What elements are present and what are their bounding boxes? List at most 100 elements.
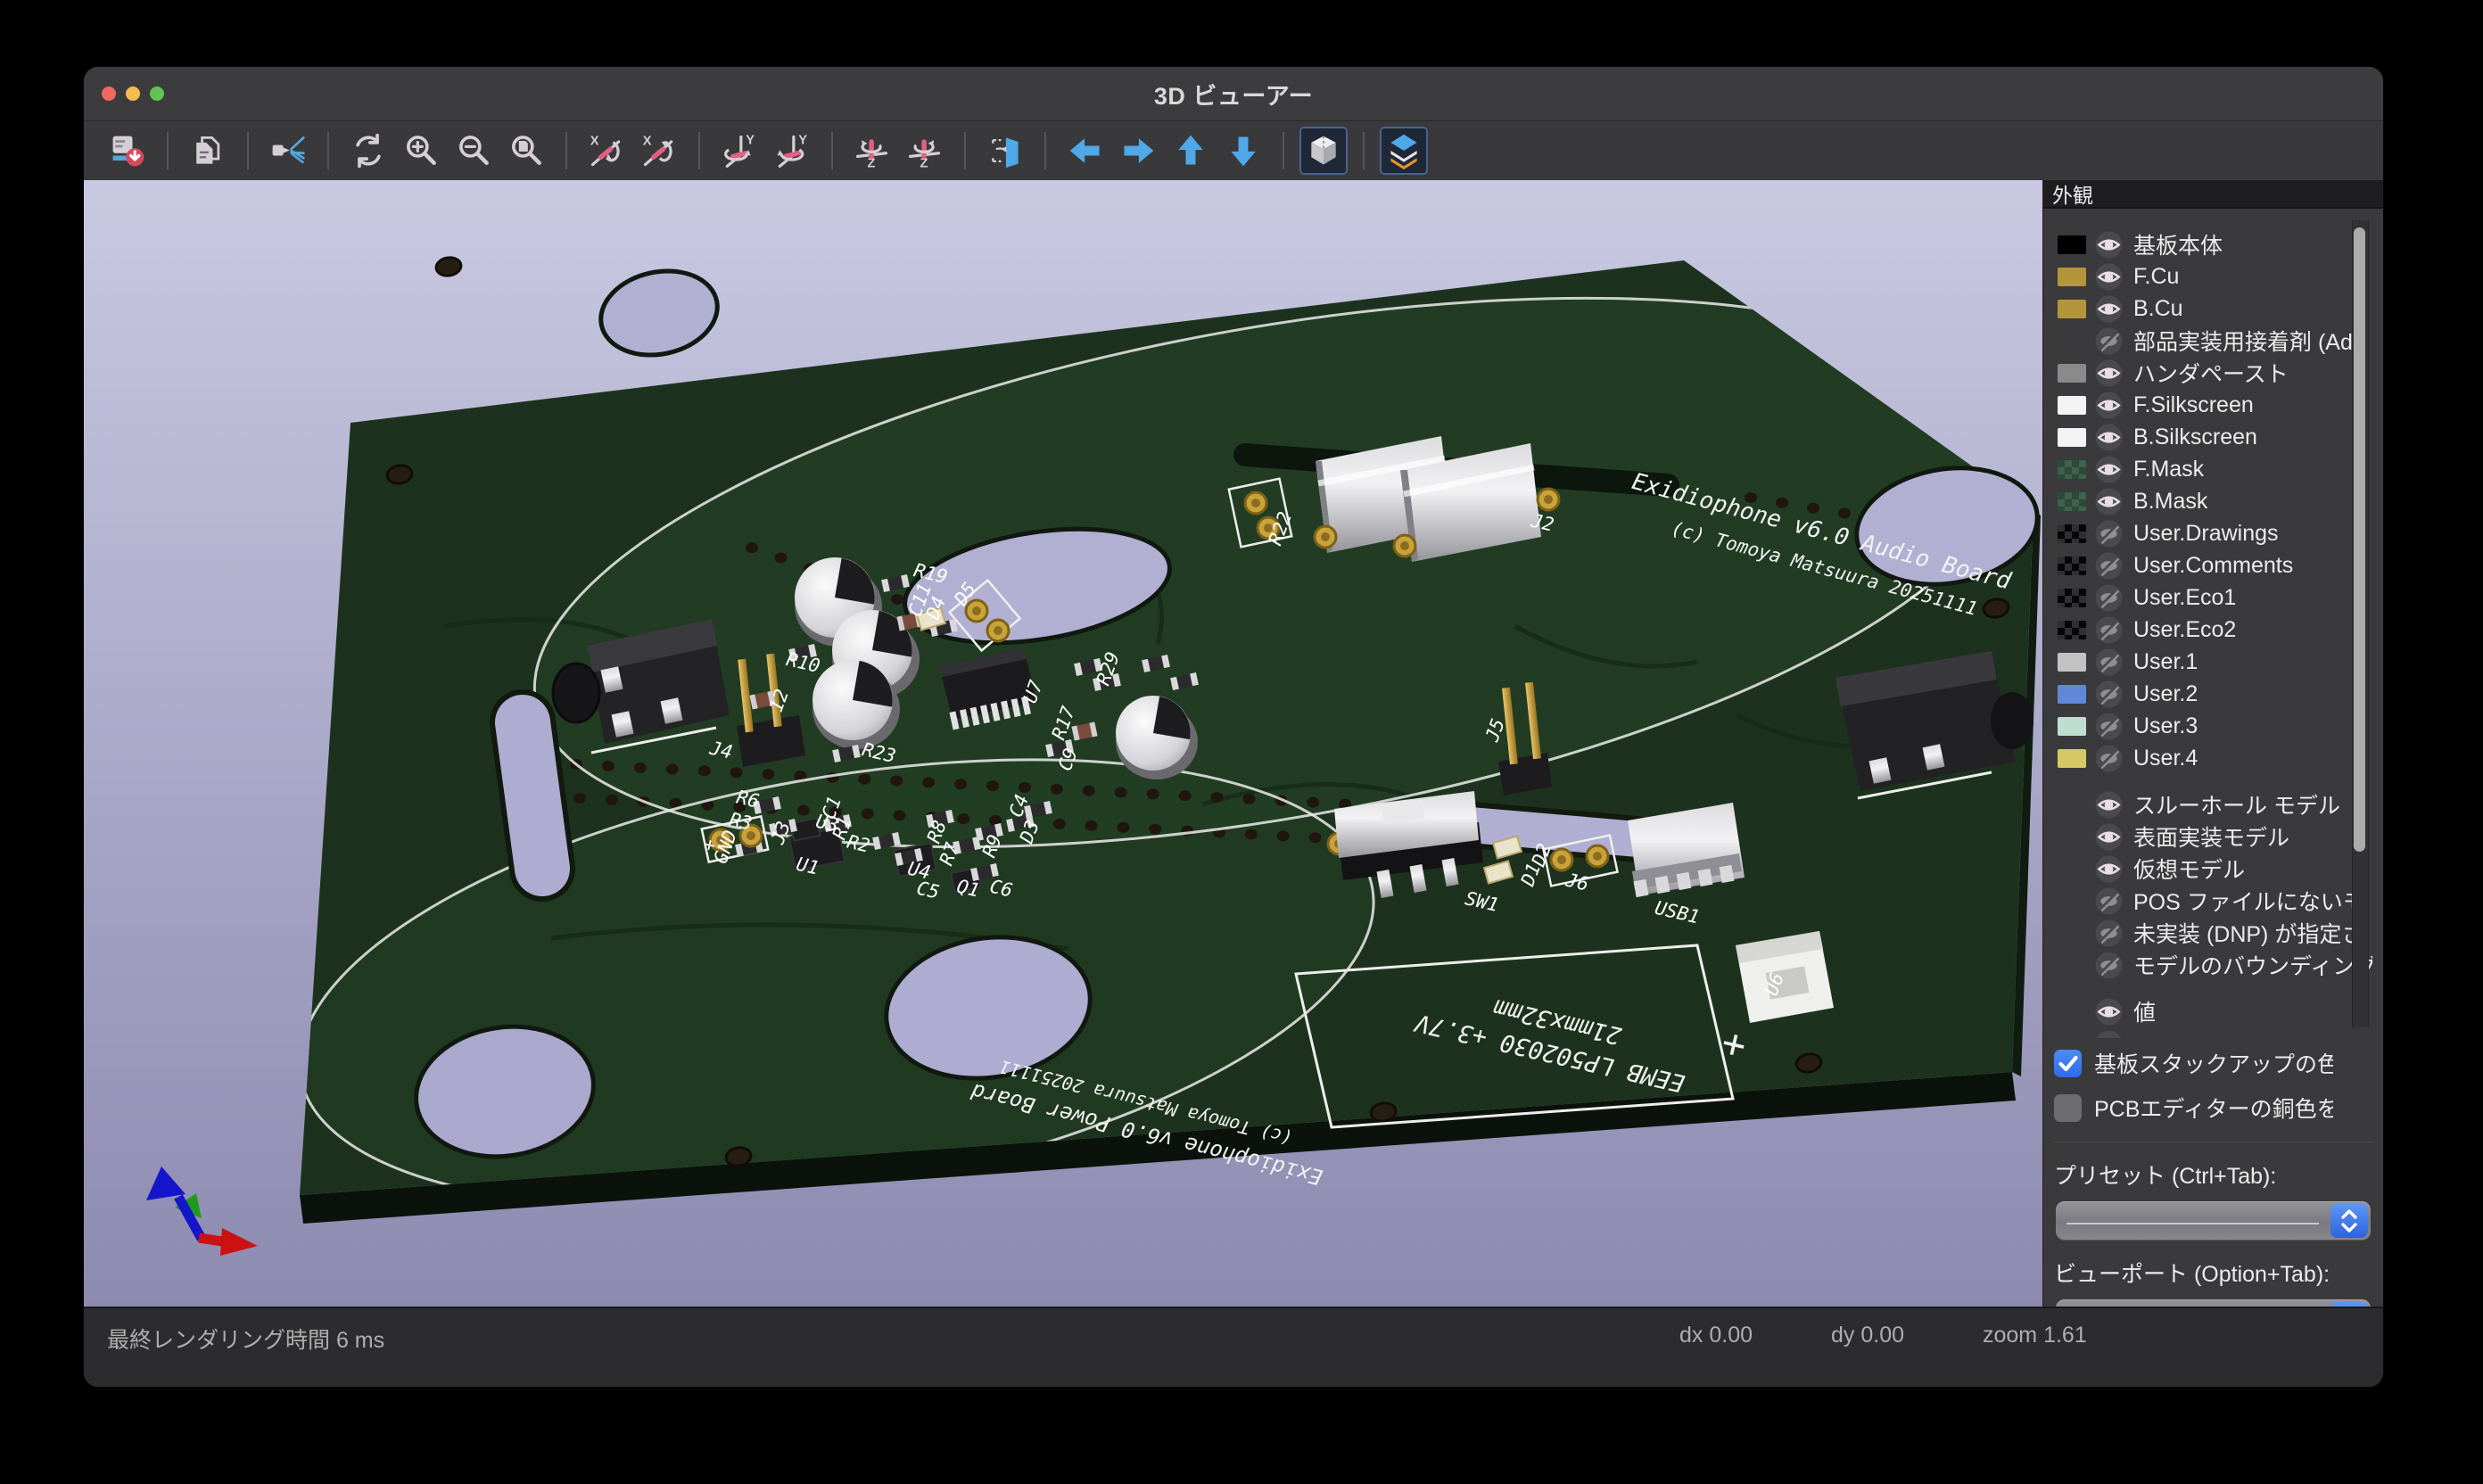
eye-visible-icon[interactable] (2095, 998, 2123, 1026)
model-row[interactable]: 仮想モデル (2043, 853, 2383, 885)
layer-color-swatch[interactable] (2058, 685, 2086, 704)
eye-visible-icon[interactable] (2095, 359, 2123, 387)
layer-color-swatch[interactable] (2058, 556, 2086, 575)
viewport-3d[interactable]: EEMB LP502030 +3.7V21mmx32mm+ Exidiophon… (84, 180, 2042, 1307)
move-up-button[interactable] (1167, 127, 1215, 175)
viewport-dropdown[interactable] (2056, 1299, 2371, 1307)
move-down-button[interactable] (1219, 127, 1267, 175)
layer-row[interactable]: F.Mask (2043, 453, 2383, 485)
eye-hidden-icon[interactable] (2095, 952, 2123, 979)
layer-row[interactable]: 部品実装用接着剤 (Adh (2043, 325, 2383, 357)
zoom-out-button[interactable] (450, 127, 498, 175)
model-row[interactable] (2043, 1027, 2383, 1038)
move-right-button[interactable] (1114, 127, 1162, 175)
layer-color-swatch[interactable] (2058, 717, 2086, 736)
model-row[interactable]: スルーホール モデル (2043, 788, 2383, 820)
eye-hidden-icon[interactable] (2095, 616, 2123, 644)
layer-row[interactable]: User.Eco1 (2043, 581, 2383, 614)
eye-hidden-icon[interactable] (2095, 584, 2123, 612)
close-button[interactable] (102, 87, 116, 101)
eye-visible-icon[interactable] (2095, 263, 2123, 291)
zoom-window-button[interactable] (150, 87, 164, 101)
rotate-y-counterclockwise-button[interactable]: Y (768, 127, 816, 175)
model-row[interactable]: 未実装 (DNP) が指定さ (2043, 917, 2383, 949)
layer-color-swatch[interactable] (2058, 589, 2086, 607)
eye-visible-icon[interactable] (2095, 392, 2123, 419)
eye-hidden-icon[interactable] (2095, 919, 2123, 947)
eye-visible-icon[interactable] (2095, 456, 2123, 483)
layer-color-swatch[interactable] (2058, 428, 2086, 447)
layer-row[interactable]: User.Drawings (2043, 517, 2383, 549)
eye-visible-icon[interactable] (2095, 488, 2123, 515)
layer-color-swatch[interactable] (2058, 524, 2086, 543)
pcb-3d-render[interactable]: EEMB LP502030 +3.7V21mmx32mm+ Exidiophon… (84, 180, 2042, 1307)
appearance-scrollbar[interactable] (2352, 220, 2369, 1027)
eye-visible-icon[interactable] (2095, 424, 2123, 451)
checkbox-row[interactable]: PCBエディターの銅色を使用 (2043, 1088, 2383, 1127)
rotate-z-counterclockwise-button[interactable]: Z (901, 127, 949, 175)
layer-row[interactable]: User.Comments (2043, 549, 2383, 581)
eye-visible-icon[interactable] (2095, 1030, 2123, 1039)
checkbox-row[interactable]: 基板スタックアップの色を使用 (2043, 1043, 2383, 1083)
layer-row[interactable]: B.Silkscreen (2043, 421, 2383, 453)
layer-color-swatch[interactable] (2058, 460, 2086, 479)
appearance-layers-toggle[interactable] (1380, 127, 1428, 175)
eye-hidden-icon[interactable] (2095, 713, 2123, 740)
render-raytracing-button[interactable] (264, 127, 312, 175)
layer-row[interactable]: 基板本体 (2043, 228, 2383, 260)
layer-color-swatch[interactable] (2058, 492, 2086, 511)
layer-color-swatch[interactable] (2058, 653, 2086, 672)
redraw-button[interactable] (344, 127, 392, 175)
layer-row[interactable]: User.4 (2043, 742, 2383, 774)
zoom-in-button[interactable] (397, 127, 445, 175)
model-row[interactable]: 表面実装モデル (2043, 820, 2383, 853)
eye-hidden-icon[interactable] (2095, 745, 2123, 772)
layer-row[interactable]: User.1 (2043, 646, 2383, 678)
rotate-y-clockwise-button[interactable]: Y (715, 127, 763, 175)
export-board-image-button[interactable] (103, 127, 152, 175)
eye-visible-icon[interactable] (2095, 295, 2123, 323)
layer-color-swatch[interactable] (2058, 268, 2086, 286)
eye-hidden-icon[interactable] (2095, 887, 2123, 915)
checkbox-checked-icon[interactable] (2054, 1050, 2082, 1077)
layer-color-swatch[interactable] (2058, 235, 2086, 254)
layer-row[interactable]: User.3 (2043, 710, 2383, 742)
model-row[interactable]: POS ファイルにないモ (2043, 885, 2383, 917)
eye-visible-icon[interactable] (2095, 823, 2123, 851)
rotate-x-clockwise-button[interactable]: X (582, 127, 631, 175)
layer-color-swatch[interactable] (2058, 396, 2086, 415)
rotate-z-clockwise-button[interactable]: Z (848, 127, 896, 175)
model-row[interactable]: 値 (2043, 995, 2383, 1027)
eye-visible-icon[interactable] (2095, 791, 2123, 819)
move-left-button[interactable] (1061, 127, 1110, 175)
layer-color-swatch[interactable] (2058, 621, 2086, 639)
minimize-button[interactable] (126, 87, 140, 101)
eye-visible-icon[interactable] (2095, 855, 2123, 883)
eye-visible-icon[interactable] (2095, 231, 2123, 259)
zoom-fit-button[interactable] (502, 127, 550, 175)
layer-row[interactable]: B.Cu (2043, 293, 2383, 325)
layer-color-swatch[interactable] (2058, 300, 2086, 318)
checkbox-unchecked-icon[interactable] (2054, 1094, 2082, 1122)
layer-row[interactable]: B.Mask (2043, 485, 2383, 517)
orthographic-projection-toggle[interactable] (1299, 127, 1348, 175)
rotate-x-counterclockwise-button[interactable]: X (635, 127, 683, 175)
layer-color-swatch[interactable] (2058, 749, 2086, 768)
eye-hidden-icon[interactable] (2095, 648, 2123, 676)
eye-hidden-icon[interactable] (2095, 327, 2123, 355)
copy-image-button[interactable] (184, 127, 232, 175)
eye-hidden-icon[interactable] (2095, 520, 2123, 548)
dropdown-stepper-icon[interactable] (2330, 1204, 2368, 1238)
layer-row[interactable]: User.2 (2043, 678, 2383, 710)
flip-board-button[interactable] (981, 127, 1029, 175)
layer-row[interactable]: F.Cu (2043, 260, 2383, 293)
model-row[interactable]: モデルのバウンディング (2043, 949, 2383, 981)
layer-row[interactable]: User.Eco2 (2043, 614, 2383, 646)
layer-row[interactable]: ハンダペースト (2043, 357, 2383, 389)
layer-row[interactable]: F.Silkscreen (2043, 389, 2383, 421)
layer-color-swatch[interactable] (2058, 364, 2086, 383)
eye-hidden-icon[interactable] (2095, 680, 2123, 708)
preset-dropdown[interactable] (2056, 1201, 2371, 1241)
eye-hidden-icon[interactable] (2095, 552, 2123, 580)
scrollbar-thumb[interactable] (2354, 227, 2365, 852)
